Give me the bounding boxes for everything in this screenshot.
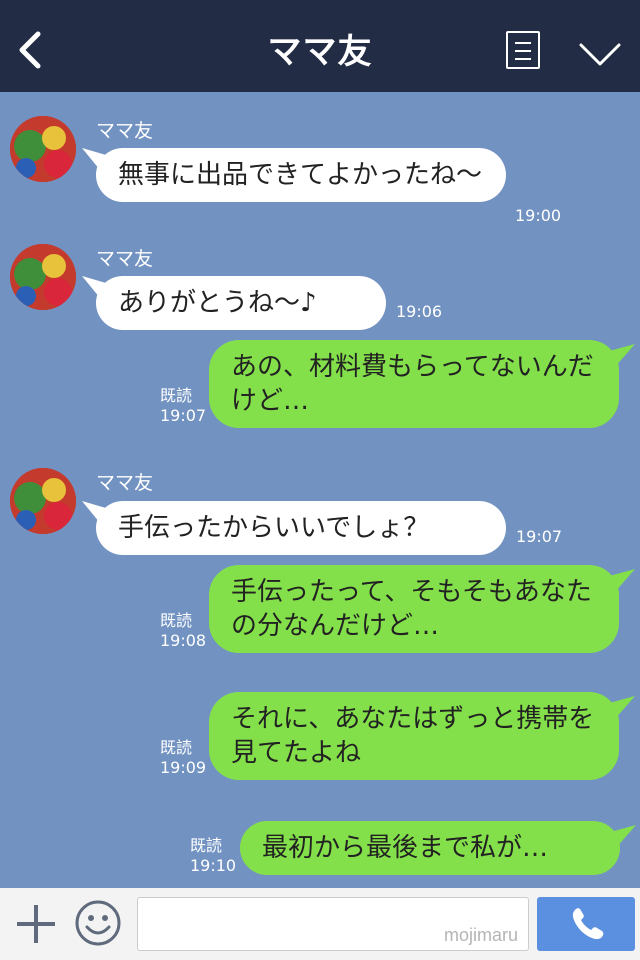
message-time: 19:06: [396, 302, 443, 321]
read-label: 既読: [190, 836, 223, 855]
message-bubble-incoming[interactable]: ありがとうね〜♪: [96, 276, 386, 330]
chevron-down-icon[interactable]: [578, 40, 622, 68]
menu-icon[interactable]: [506, 31, 540, 69]
emoji-icon[interactable]: [74, 899, 122, 947]
chat-header: ママ友: [0, 0, 640, 92]
read-receipt: 既読 19:08: [160, 611, 206, 651]
message-bubble-incoming[interactable]: 手伝ったからいいでしょ？: [96, 501, 506, 555]
plus-icon[interactable]: [14, 902, 58, 946]
read-label: 既読: [160, 611, 193, 630]
message-time: 19:10: [190, 856, 237, 875]
sender-name: ママ友: [96, 472, 154, 494]
message-bubble-outgoing[interactable]: 手伝ったって、そもそもあなたの分なんだけど…: [209, 565, 619, 653]
message-time: 19:08: [160, 631, 207, 650]
sender-name: ママ友: [96, 120, 154, 142]
read-label: 既読: [160, 386, 193, 405]
message-bubble-incoming[interactable]: 無事に出品できてよかったね〜: [96, 148, 506, 202]
message-footer: mojimaru: [0, 888, 640, 960]
chat-area[interactable]: ママ友 無事に出品できてよかったね〜 19:00 ママ友 ありがとうね〜♪ 19…: [0, 92, 640, 888]
read-receipt: 既読 19:10: [190, 836, 236, 876]
message-bubble-outgoing[interactable]: それに、あなたはずっと携帯を見てたよね: [209, 692, 619, 780]
message-time: 19:07: [160, 406, 207, 425]
message-bubble-outgoing[interactable]: 最初から最後まで私が…: [240, 821, 620, 875]
message-input[interactable]: mojimaru: [137, 897, 529, 951]
message-time: 19:07: [516, 527, 563, 546]
avatar[interactable]: [10, 468, 76, 534]
call-button[interactable]: [537, 897, 635, 951]
read-receipt: 既読 19:09: [160, 738, 206, 778]
read-label: 既読: [160, 738, 193, 757]
chat-title: ママ友: [267, 32, 373, 72]
phone-icon: [572, 908, 604, 940]
read-receipt: 既読 19:07: [160, 386, 206, 426]
message-bubble-outgoing[interactable]: あの、材料費もらってないんだけど…: [209, 340, 619, 428]
message-time: 19:09: [160, 758, 207, 777]
watermark: mojimaru: [443, 925, 518, 945]
sender-name: ママ友: [96, 248, 154, 270]
avatar[interactable]: [10, 116, 76, 182]
message-time: 19:00: [515, 206, 562, 225]
avatar[interactable]: [10, 244, 76, 310]
